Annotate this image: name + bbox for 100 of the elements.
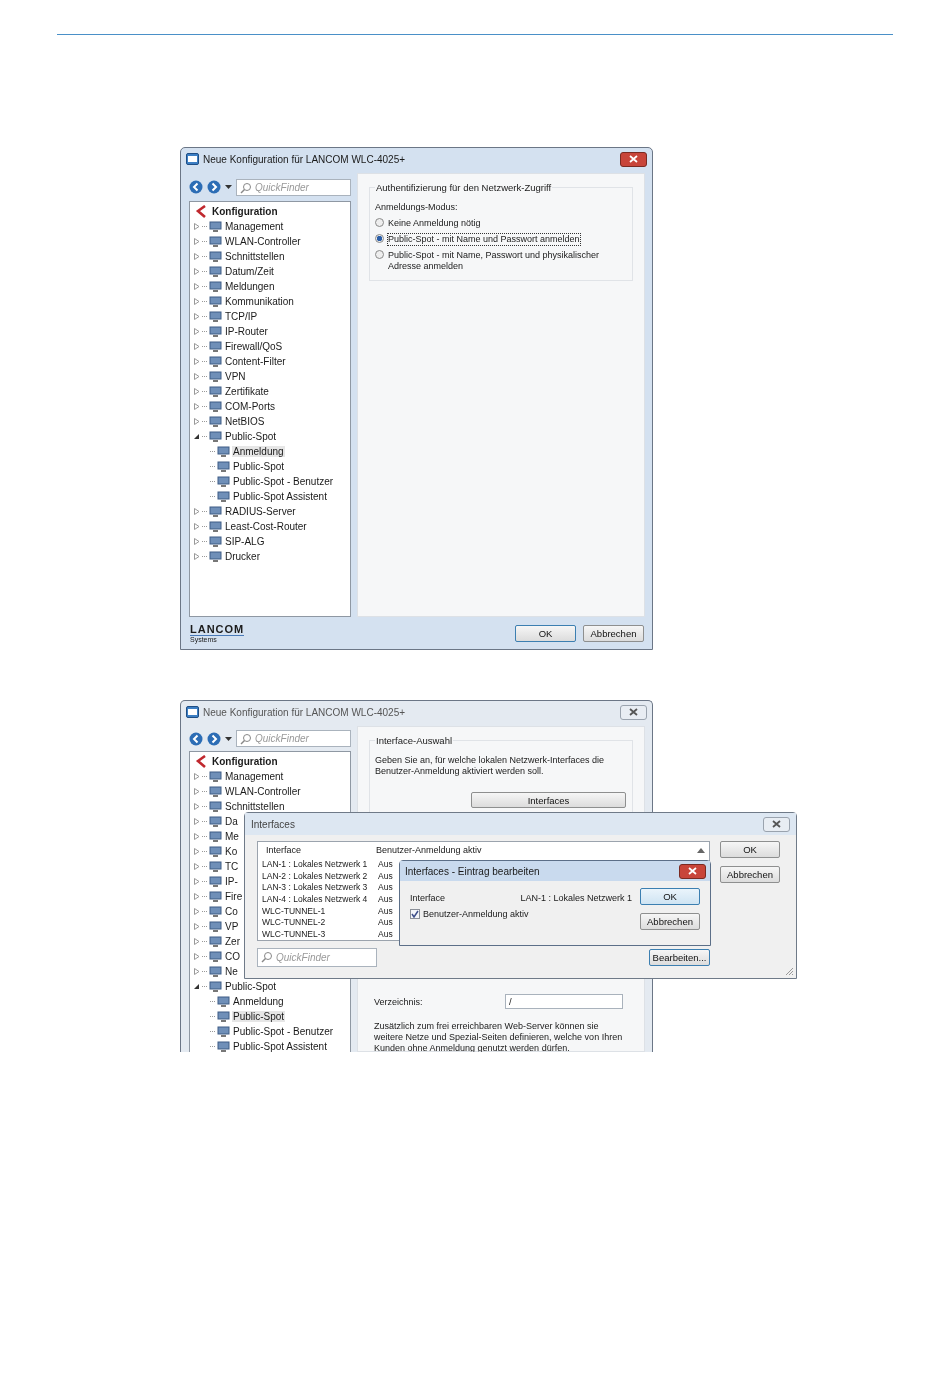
table-cell: Aus: [378, 882, 393, 893]
table-cell: Aus: [378, 893, 393, 904]
monitor-icon: [209, 385, 222, 398]
tree-item[interactable]: Datum/Zeit: [224, 266, 275, 277]
table-cell: Aus: [378, 870, 393, 881]
tree-item[interactable]: Drucker: [224, 551, 261, 562]
tree-item[interactable]: Zertifikate: [224, 386, 270, 397]
monitor-icon: [209, 535, 222, 548]
table-cell-text: LAN-2 : Lokales Netzwerk 2: [262, 870, 369, 881]
tree-item[interactable]: Public-Spot: [232, 461, 286, 472]
close-button[interactable]: [620, 151, 647, 167]
monitor-icon: [217, 475, 230, 488]
dialog-button[interactable]: OK: [640, 888, 700, 905]
search-icon: [261, 951, 273, 963]
radio-button[interactable]: [375, 218, 384, 227]
monitor-icon: [209, 520, 222, 533]
tree-root-label[interactable]: Konfiguration: [211, 206, 279, 217]
tree-item[interactable]: Kommunikation: [224, 296, 295, 307]
dialog-button[interactable]: Abbrechen: [720, 866, 780, 883]
monitor-icon: [209, 355, 222, 368]
dropdown-caret-icon[interactable]: [225, 185, 232, 189]
resize-grip-icon[interactable]: [785, 967, 794, 976]
checkbox[interactable]: [410, 909, 420, 919]
tree-item[interactable]: Least-Cost-Router: [224, 521, 308, 532]
tree-item[interactable]: NetBIOS: [224, 416, 266, 427]
tree-item[interactable]: Schnittstellen: [224, 251, 286, 262]
close-icon: [629, 155, 638, 163]
back-icon[interactable]: [189, 180, 203, 194]
checkbox-label[interactable]: Benutzer-Anmeldung aktiv: [423, 909, 529, 919]
table-cell-text: WLC-TUNNEL-2: [262, 917, 327, 928]
table-cell-text: WLC-TUNNEL-1: [262, 905, 327, 916]
close-button[interactable]: [763, 816, 790, 832]
monitor-icon: [217, 1025, 230, 1038]
table-cell-text: WLC-TUNNEL-3: [262, 928, 327, 939]
tree-item[interactable]: Firewall/QoS: [224, 341, 284, 352]
interfaces-button[interactable]: Interfaces: [471, 792, 626, 808]
monitor-icon: [217, 490, 230, 503]
close-button[interactable]: [679, 863, 706, 879]
monitor-icon: [209, 280, 222, 293]
monitor-icon: [209, 220, 222, 233]
group-title: Interface-Auswahl: [375, 735, 454, 746]
search-icon: [240, 733, 252, 745]
tree-item[interactable]: WLAN-Controller: [224, 236, 302, 247]
radio-button[interactable]: [375, 250, 384, 259]
monitor-icon: [217, 1010, 230, 1023]
table-cell-text: LAN-4 : Lokales Netzwerk 4: [262, 893, 369, 904]
tree-item[interactable]: COM-Ports: [224, 401, 276, 412]
tree-item[interactable]: Management: [224, 221, 285, 232]
radio-button[interactable]: [375, 234, 384, 243]
search-field[interactable]: QuickFinder: [236, 178, 351, 196]
radio-label[interactable]: Keine Anmeldung nötig: [388, 218, 618, 229]
column-header[interactable]: Interface: [262, 845, 376, 855]
monitor-icon: [209, 310, 222, 323]
monitor-icon: [209, 505, 222, 518]
table-cell: Aus: [378, 917, 393, 928]
monitor-icon: [209, 860, 222, 873]
monitor-icon: [209, 815, 222, 828]
dialog-button[interactable]: OK: [720, 841, 780, 858]
monitor-icon: [217, 1040, 230, 1052]
tree-item[interactable]: IP-Router: [224, 326, 269, 337]
dialog-title: Interfaces - Eintrag bearbeiten: [405, 865, 540, 877]
monitor-icon: [209, 920, 222, 933]
tree-item[interactable]: Meldungen: [224, 281, 276, 292]
expander-icon[interactable]: [194, 433, 200, 440]
table-cell: Aus: [378, 905, 393, 916]
column-header[interactable]: Benutzer-Anmeldung aktiv: [376, 845, 482, 855]
radio-label[interactable]: Public-Spot - mit Name und Passwort anmelden: [388, 234, 580, 245]
search-field[interactable]: QuickFinder: [257, 948, 377, 967]
dialog-button[interactable]: OK: [515, 624, 576, 642]
group-title: Authentifizierung für den Netzwerk-Zugriff: [375, 182, 553, 193]
search-icon: [240, 181, 252, 194]
monitor-icon: [209, 965, 222, 978]
monitor-icon: [209, 800, 222, 813]
monitor-icon: [209, 325, 222, 338]
monitor-icon: [209, 265, 222, 278]
scroll-up-arrow-icon[interactable]: [697, 847, 705, 853]
tree-item[interactable]: SIP-ALG: [224, 536, 266, 547]
monitor-icon: [209, 875, 222, 888]
radio-label[interactable]: Public-Spot - mit Name, Passwort und physikalischer Adresse anmelden: [388, 250, 618, 272]
field-value: LAN-1 : Lokales Netzwerk 1: [520, 893, 632, 903]
monitor-icon: [209, 550, 222, 563]
tree-item[interactable]: Public-Spot Assistent: [232, 491, 328, 502]
dialog-button[interactable]: Abbrechen: [583, 624, 644, 642]
tree-item[interactable]: TCP/IP: [224, 311, 259, 322]
monitor-icon: [209, 905, 222, 918]
monitor-icon: [217, 445, 230, 458]
tree-item[interactable]: Content-Filter: [224, 356, 287, 367]
field-label: Verzeichnis:: [374, 996, 424, 1007]
note-text: Zusätzlich zum frei erreichbaren Web-Server können sie weitere Netze und Spezial-Seiten definieren, welche von Ihren Kunden ohne Anmeldung genutzt werden dürfen.: [373, 1021, 624, 1052]
tree-item[interactable]: RADIUS-Server: [224, 506, 297, 517]
tree-item[interactable]: Anmeldung: [232, 446, 285, 457]
window-app-icon: [186, 706, 199, 718]
monitor-icon: [209, 845, 222, 858]
dialog-button[interactable]: Abbrechen: [640, 913, 700, 930]
edit-button[interactable]: Bearbeiten...: [649, 949, 710, 966]
monitor-icon: [209, 950, 222, 963]
forward-icon[interactable]: [207, 180, 221, 194]
tree-item[interactable]: Public-Spot: [224, 431, 278, 442]
tree-item[interactable]: VPN: [224, 371, 247, 382]
tree-item[interactable]: Public-Spot - Benutzer: [232, 476, 335, 487]
